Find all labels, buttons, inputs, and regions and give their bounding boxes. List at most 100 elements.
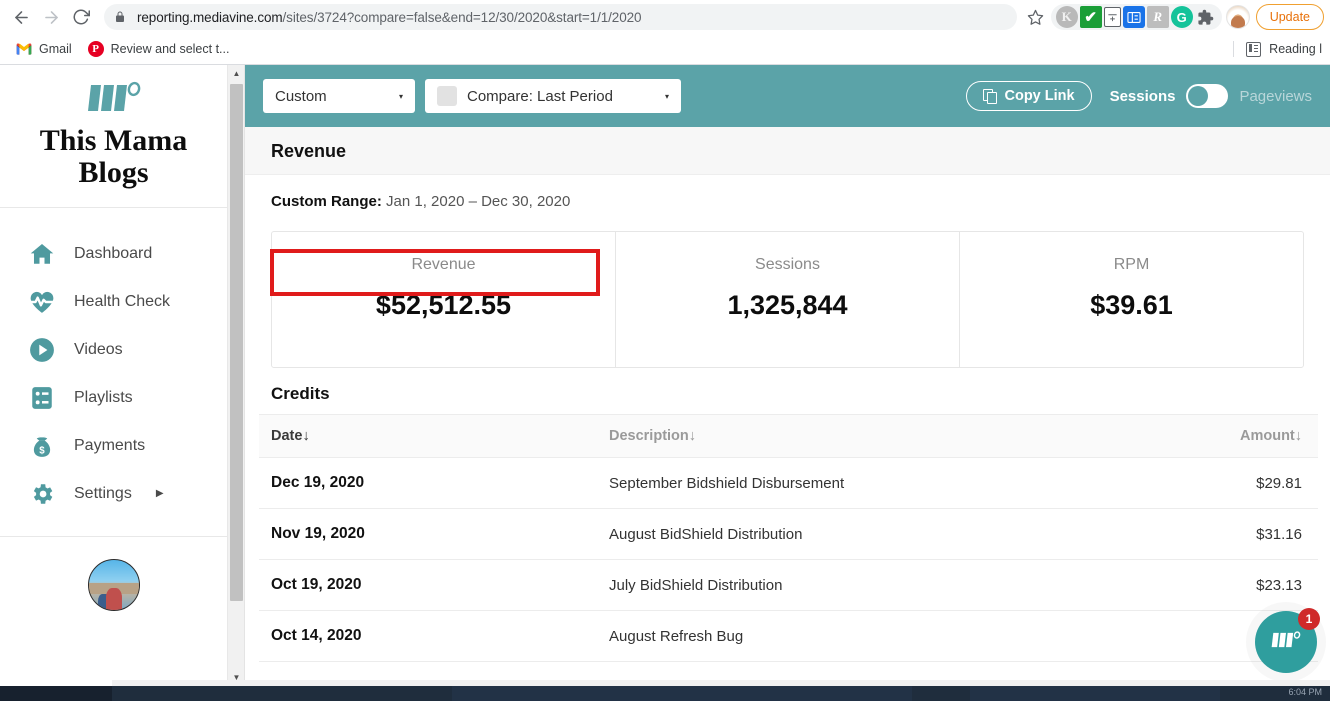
sidebar-item-payments-label: Payments (74, 437, 145, 455)
bookmark-review-select-label: Review and select t... (111, 42, 230, 56)
bookmark-gmail-label: Gmail (39, 42, 72, 56)
column-header-amount[interactable]: Amount↓ (1141, 415, 1318, 458)
cell-amount: $23.13 (1141, 560, 1318, 611)
lock-icon (114, 10, 128, 24)
reload-button[interactable] (66, 2, 96, 32)
back-button[interactable] (6, 2, 36, 32)
sidebar-item-health-check[interactable]: Health Check (0, 278, 227, 326)
sidebar-item-videos[interactable]: Videos (0, 326, 227, 374)
column-header-date-label: Date (271, 428, 302, 444)
taskbar-window-group[interactable] (970, 686, 1220, 701)
stat-card-sessions: Sessions 1,325,844 (616, 232, 960, 367)
browser-chrome: reporting.mediavine.com/sites/3724?compa… (0, 0, 1330, 65)
toggle-label-pageviews: Pageviews (1239, 88, 1312, 105)
sidebar-item-dashboard[interactable]: Dashboard (0, 230, 227, 278)
date-range-select[interactable]: Custom ▾ (263, 79, 415, 113)
taskbar-window-group[interactable] (452, 686, 912, 701)
toggle-label-sessions: Sessions (1110, 88, 1176, 105)
compare-checkbox[interactable] (437, 86, 457, 106)
copy-link-label: Copy Link (1004, 88, 1074, 104)
copy-icon (983, 89, 996, 103)
column-header-description-label: Description (609, 428, 689, 444)
play-circle-icon (28, 336, 56, 364)
extensions-pill: K ✔ R G (1051, 4, 1222, 30)
profile-avatar[interactable] (1226, 5, 1250, 29)
k-extension-icon[interactable]: K (1056, 6, 1078, 28)
stat-card-rpm: RPM $39.61 (960, 232, 1303, 367)
forward-button[interactable] (36, 2, 66, 32)
sidebar-item-settings[interactable]: Settings ▶ (0, 470, 227, 518)
cell-date: Oct 19, 2020 (259, 560, 609, 611)
copy-link-button[interactable]: Copy Link (966, 81, 1091, 111)
sessions-pageviews-switch[interactable] (1186, 84, 1228, 108)
sort-arrow-icon: ↓ (302, 428, 309, 444)
table-row: Dec 19, 2020 September Bidshield Disburs… (259, 458, 1318, 509)
sidebar-item-videos-label: Videos (74, 341, 123, 359)
cell-date: Nov 19, 2020 (259, 509, 609, 560)
stat-card-revenue: Revenue $52,512.55 (272, 232, 616, 367)
bookmarks-bar: Gmail P Review and select t... Reading l (0, 34, 1330, 65)
pinterest-icon: P (88, 41, 104, 57)
stat-value-revenue: $52,512.55 (272, 290, 615, 321)
gmail-icon (16, 43, 32, 55)
url-text: reporting.mediavine.com/sites/3724?compa… (137, 10, 641, 25)
reading-list-label: Reading l (1269, 42, 1322, 56)
update-button[interactable]: Update (1256, 4, 1324, 30)
form-filler-extension-icon[interactable] (1104, 7, 1121, 27)
stat-value-sessions: 1,325,844 (616, 290, 959, 321)
user-avatar[interactable] (88, 559, 140, 611)
reading-list-icon (1246, 42, 1261, 57)
credits-title: Credits (245, 368, 1330, 414)
bookmark-star-icon[interactable] (1023, 4, 1049, 30)
mediavine-chat-logo (1270, 630, 1302, 655)
bookmark-review-select[interactable]: P Review and select t... (80, 38, 238, 60)
list-icon (28, 384, 56, 412)
chevron-down-icon: ▾ (647, 92, 669, 101)
stat-label-revenue: Revenue (272, 256, 615, 274)
reading-list-button[interactable]: Reading l (1233, 41, 1322, 57)
scroll-up-arrow-icon[interactable]: ▲ (228, 65, 245, 82)
bookmark-gmail[interactable]: Gmail (8, 39, 80, 59)
taskbar-clock: 6:04 PM (1288, 687, 1322, 697)
card-extension-icon[interactable] (1123, 6, 1145, 28)
svg-text:$: $ (39, 445, 45, 456)
cell-amount: $29.81 (1141, 458, 1318, 509)
cell-description: July BidShield Distribution (609, 560, 1141, 611)
sidebar: This Mama Blogs Dashboard Health Check V… (0, 65, 228, 686)
r-extension-icon[interactable]: R (1147, 6, 1169, 28)
report-toolbar: Custom ▾ Compare: Last Period ▾ Copy Lin… (245, 65, 1330, 127)
chat-unread-badge: 1 (1298, 608, 1320, 630)
credits-table: Date↓ Description↓ Amount↓ Dec 19, 2020 … (259, 414, 1318, 686)
cell-date: Oct 14, 2020 (259, 611, 609, 662)
extensions-puzzle-icon[interactable] (1195, 6, 1217, 28)
url-host: reporting.mediavine.com (137, 10, 283, 25)
metric-toggle[interactable]: Sessions Pageviews (1110, 84, 1312, 108)
cell-description: August BidShield Distribution (609, 509, 1141, 560)
sidebar-item-playlists[interactable]: Playlists (0, 374, 227, 422)
table-row: Oct 19, 2020 July BidShield Distribution… (259, 560, 1318, 611)
sidebar-item-payments[interactable]: $ Payments (0, 422, 227, 470)
table-row: Nov 19, 2020 August BidShield Distributi… (259, 509, 1318, 560)
stat-label-sessions: Sessions (616, 256, 959, 274)
taskbar-start-area[interactable] (0, 686, 112, 701)
sidebar-item-playlists-label: Playlists (74, 389, 133, 407)
site-name: This Mama Blogs (0, 125, 227, 189)
scrollbar-thumb[interactable] (230, 84, 243, 601)
compare-select[interactable]: Compare: Last Period ▾ (425, 79, 681, 113)
page-scrollbar[interactable]: ▲ ▼ (228, 65, 245, 686)
cell-date: Dec 19, 2020 (259, 458, 609, 509)
date-range-value: Custom (275, 88, 327, 105)
heartbeat-icon (28, 288, 56, 316)
toolbar-divider (1233, 41, 1234, 57)
chevron-down-icon: ▾ (381, 92, 403, 101)
checkmark-extension-icon[interactable]: ✔ (1080, 6, 1102, 28)
column-header-date[interactable]: Date↓ (259, 415, 609, 458)
money-bag-icon: $ (28, 432, 56, 460)
sidebar-nav: Dashboard Health Check Videos Playlists (0, 208, 227, 611)
chat-widget-button[interactable]: 1 (1255, 611, 1317, 673)
stat-label-rpm: RPM (960, 256, 1303, 274)
column-header-description[interactable]: Description↓ (609, 415, 1141, 458)
grammarly-extension-icon[interactable]: G (1171, 6, 1193, 28)
column-header-amount-label: Amount (1240, 428, 1295, 444)
address-bar[interactable]: reporting.mediavine.com/sites/3724?compa… (104, 4, 1017, 30)
